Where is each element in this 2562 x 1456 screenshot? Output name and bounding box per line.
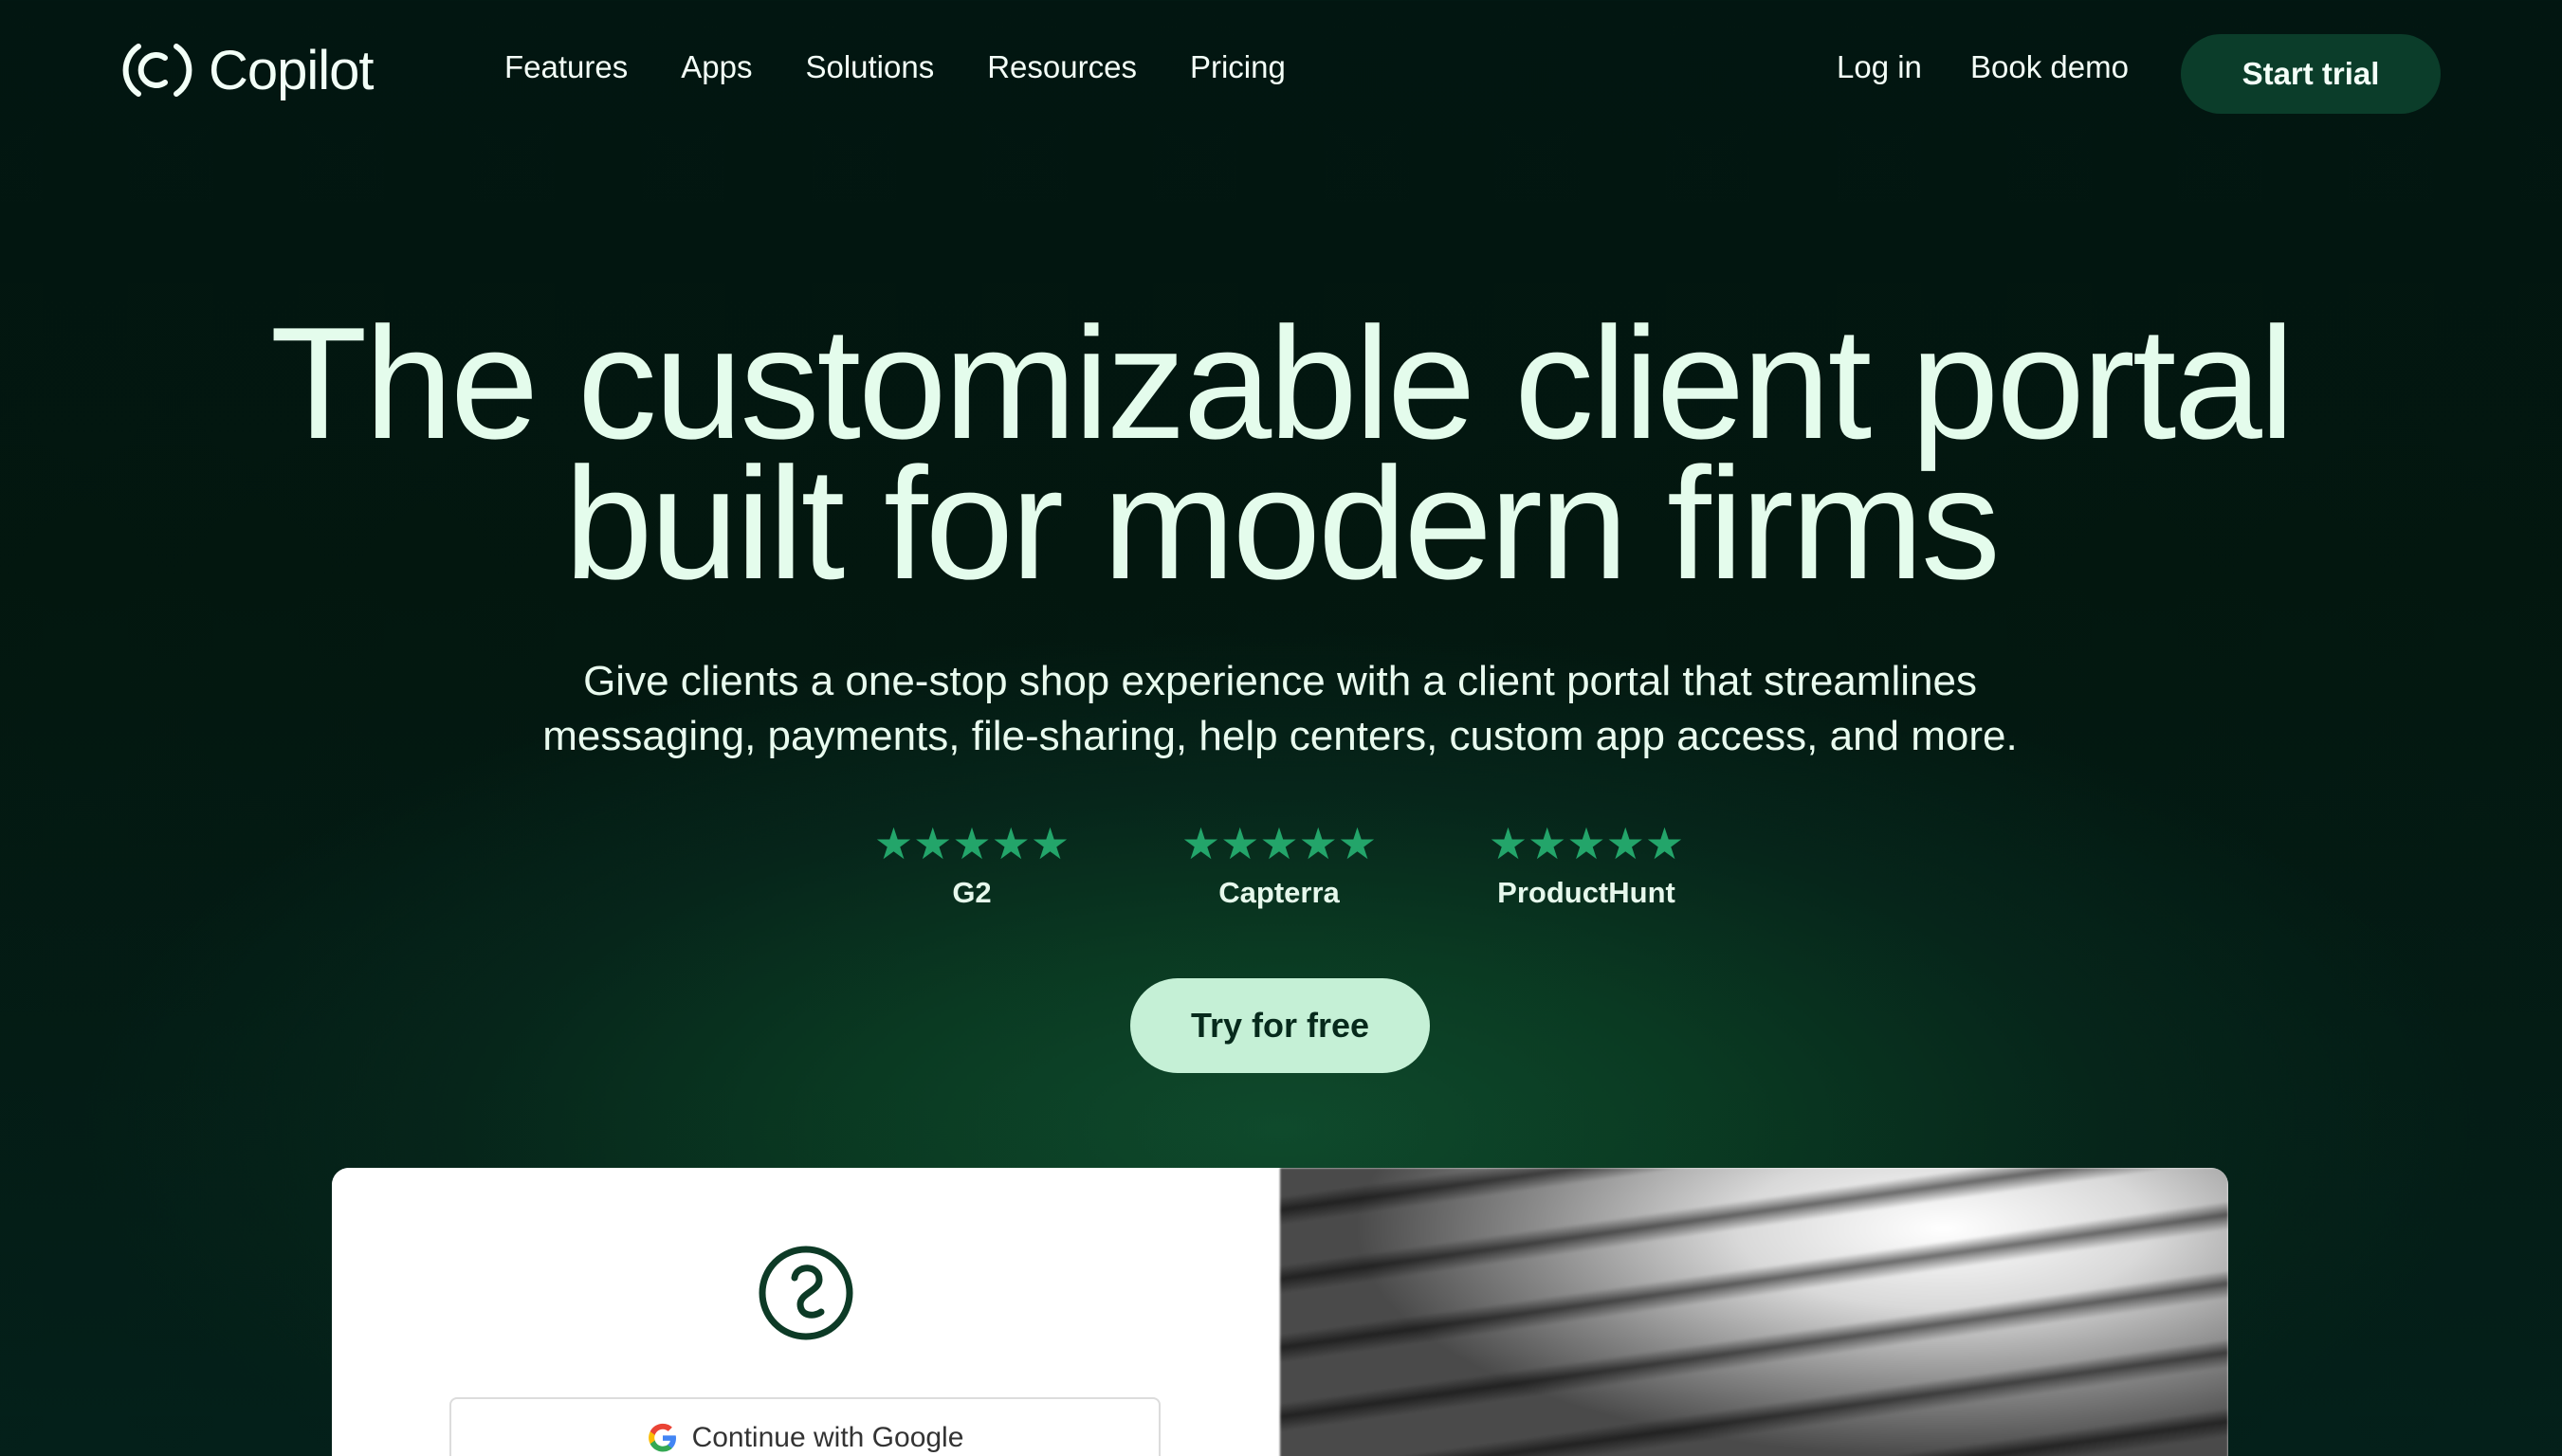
nav-links: Features Apps Solutions Resources Pricin… bbox=[504, 49, 1286, 85]
nav-link-resources[interactable]: Resources bbox=[987, 49, 1137, 85]
hero-headline: The customizable client portal built for… bbox=[0, 303, 2562, 603]
subtitle-line-1: Give clients a one-stop shop experience … bbox=[583, 658, 1977, 704]
rating-producthunt: ★★★★★ ProductHunt bbox=[1463, 819, 1710, 910]
nav-link-pricing[interactable]: Pricing bbox=[1190, 49, 1286, 85]
book-demo-link[interactable]: Book demo bbox=[1970, 49, 2129, 85]
logo-text: Copilot bbox=[209, 39, 375, 101]
rating-source: Capterra bbox=[1218, 876, 1340, 909]
star-rating-icon: ★★★★★ bbox=[1180, 819, 1378, 868]
google-icon bbox=[648, 1423, 676, 1452]
google-button-label: Continue with Google bbox=[691, 1422, 964, 1453]
star-rating-icon: ★★★★★ bbox=[1488, 819, 1685, 868]
headline-line-2: built for modern firms bbox=[564, 434, 2001, 612]
login-panel: Continue with Google bbox=[332, 1168, 1280, 1456]
nav-link-features[interactable]: Features bbox=[504, 49, 628, 85]
rating-source: G2 bbox=[952, 876, 992, 909]
rating-g2: ★★★★★ G2 bbox=[849, 819, 1095, 910]
app-logo-icon bbox=[759, 1246, 853, 1340]
rating-source: ProductHunt bbox=[1497, 876, 1675, 909]
top-navigation: Copilot Features Apps Solutions Resource… bbox=[0, 0, 2562, 148]
hero-subtitle: Give clients a one-stop shop experience … bbox=[474, 654, 2086, 764]
logo[interactable]: Copilot bbox=[118, 34, 375, 106]
nav-link-solutions[interactable]: Solutions bbox=[805, 49, 934, 85]
start-trial-button[interactable]: Start trial bbox=[2181, 34, 2441, 114]
continue-with-google-button[interactable]: Continue with Google bbox=[449, 1397, 1161, 1456]
nav-link-apps[interactable]: Apps bbox=[681, 49, 752, 85]
subtitle-line-2: messaging, payments, file-sharing, help … bbox=[542, 713, 2018, 759]
try-for-free-button[interactable]: Try for free bbox=[1130, 978, 1430, 1073]
ratings-row: ★★★★★ G2 ★★★★★ Capterra ★★★★★ ProductHun… bbox=[0, 819, 2562, 923]
hero-image bbox=[1280, 1168, 2228, 1456]
rating-capterra: ★★★★★ Capterra bbox=[1156, 819, 1402, 910]
login-link[interactable]: Log in bbox=[1837, 49, 1922, 85]
product-preview: Continue with Google bbox=[332, 1168, 2228, 1456]
copilot-logo-icon bbox=[122, 44, 192, 97]
star-rating-icon: ★★★★★ bbox=[873, 819, 1071, 868]
